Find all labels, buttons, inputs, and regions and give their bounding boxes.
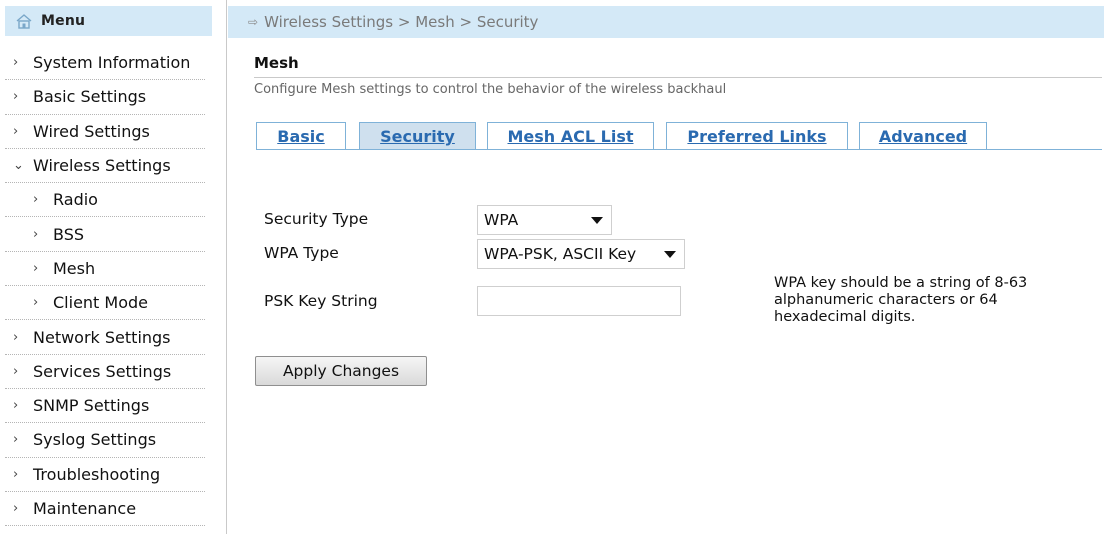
tab-mesh-acl-list[interactable]: Mesh ACL List: [487, 122, 654, 150]
sidebar-item-basic-settings[interactable]: › Basic Settings: [5, 80, 205, 115]
sidebar-item-system-information[interactable]: › System Information: [5, 46, 205, 81]
chevron-down-icon: ⌄: [13, 158, 24, 174]
chevron-right-icon: ›: [33, 226, 39, 242]
tab-underline: [256, 149, 1102, 150]
sidebar-item-bss[interactable]: › BSS: [5, 217, 205, 252]
sidebar-nav: › System Information › Basic Settings › Wired…: [5, 46, 205, 527]
sidebar-item-radio[interactable]: › Radio: [5, 183, 205, 218]
psk-key-label: PSK Key String: [264, 292, 378, 310]
tab-preferred-links[interactable]: Preferred Links: [666, 122, 848, 150]
sidebar-item-label: Wireless Settings: [33, 156, 171, 176]
sidebar-item-label: System Information: [33, 53, 191, 73]
sidebar-item-troubleshooting[interactable]: › Troubleshooting: [5, 458, 205, 492]
sidebar-item-label: Maintenance: [33, 499, 137, 518]
sidebar-item-network-settings[interactable]: › Network Settings: [5, 320, 205, 355]
chevron-right-icon: ›: [13, 398, 19, 414]
psk-key-input[interactable]: [477, 286, 681, 316]
breadcrumb: ⇨ Wireless Settings > Mesh > Security: [228, 6, 1104, 38]
chevron-right-icon: ›: [13, 123, 19, 139]
sidebar-item-label: Wired Settings: [33, 121, 150, 141]
apply-changes-button[interactable]: Apply Changes: [255, 356, 427, 386]
chevron-right-icon: ›: [13, 432, 19, 448]
sidebar-item-maintenance[interactable]: › Maintenance: [5, 492, 205, 527]
sidebar-divider: [226, 0, 227, 534]
sidebar-item-label: Network Settings: [33, 327, 171, 347]
title-divider: [254, 77, 1102, 78]
sidebar-item-client-mode[interactable]: › Client Mode: [5, 286, 205, 321]
security-type-label: Security Type: [264, 210, 369, 228]
sidebar-item-label: Basic Settings: [33, 87, 147, 107]
chevron-right-icon: ›: [33, 260, 39, 276]
wpa-key-help-text: WPA key should be a string of 8-63 alpha…: [774, 275, 1028, 325]
sidebar-item-syslog-settings[interactable]: › Syslog Settings: [5, 423, 205, 458]
sidebar-item-label: Troubleshooting: [33, 464, 161, 484]
tab-basic[interactable]: Basic: [256, 122, 346, 150]
sidebar-item-label: Radio: [53, 190, 98, 210]
chevron-right-icon: ›: [13, 329, 19, 345]
menu-title: Menu: [41, 13, 86, 29]
chevron-right-icon: ›: [13, 363, 19, 379]
page-title: Mesh: [254, 54, 299, 72]
chevron-right-icon: ›: [13, 89, 19, 105]
wpa-type-value: WPA-PSK, ASCII Key: [484, 245, 637, 263]
sidebar-item-label: Client Mode: [53, 293, 148, 313]
sidebar-item-label: BSS: [53, 224, 85, 244]
breadcrumb-text: Wireless Settings > Mesh > Security: [264, 13, 539, 31]
sidebar-item-services-settings[interactable]: › Services Settings: [5, 355, 205, 389]
security-type-select[interactable]: WPA: [477, 205, 612, 235]
sidebar-item-mesh[interactable]: › Mesh: [5, 252, 205, 287]
tab-security[interactable]: Security: [359, 122, 476, 150]
chevron-right-icon: ›: [13, 466, 19, 482]
sidebar-item-label: Mesh: [53, 258, 96, 278]
sidebar-item-label: Services Settings: [33, 361, 172, 381]
sidebar-item-snmp-settings[interactable]: › SNMP Settings: [5, 389, 205, 424]
home-icon: [16, 14, 32, 29]
dropdown-arrow-icon: [591, 217, 603, 224]
menu-header: Menu: [5, 6, 212, 36]
sidebar-item-wireless-settings[interactable]: ⌄ Wireless Settings: [5, 149, 205, 184]
chevron-right-icon: ›: [33, 192, 39, 208]
wpa-type-label: WPA Type: [264, 244, 339, 262]
sidebar-item-label: SNMP Settings: [33, 396, 150, 416]
tab-advanced[interactable]: Advanced: [859, 122, 987, 150]
sidebar-item-wired-settings[interactable]: › Wired Settings: [5, 115, 205, 149]
security-type-value: WPA: [484, 211, 519, 229]
chevron-right-icon: ›: [33, 295, 39, 311]
dropdown-arrow-icon: [664, 251, 676, 258]
chevron-right-icon: ›: [13, 55, 19, 71]
arrow-right-icon: ⇨: [248, 15, 259, 29]
chevron-right-icon: ›: [13, 501, 19, 516]
wpa-type-select[interactable]: WPA-PSK, ASCII Key: [477, 239, 685, 269]
sidebar-item-label: Syslog Settings: [33, 430, 157, 450]
page-description: Configure Mesh settings to control the b…: [254, 82, 727, 97]
sidebar: Menu › System Information › Basic Settings ›…: [0, 0, 212, 534]
